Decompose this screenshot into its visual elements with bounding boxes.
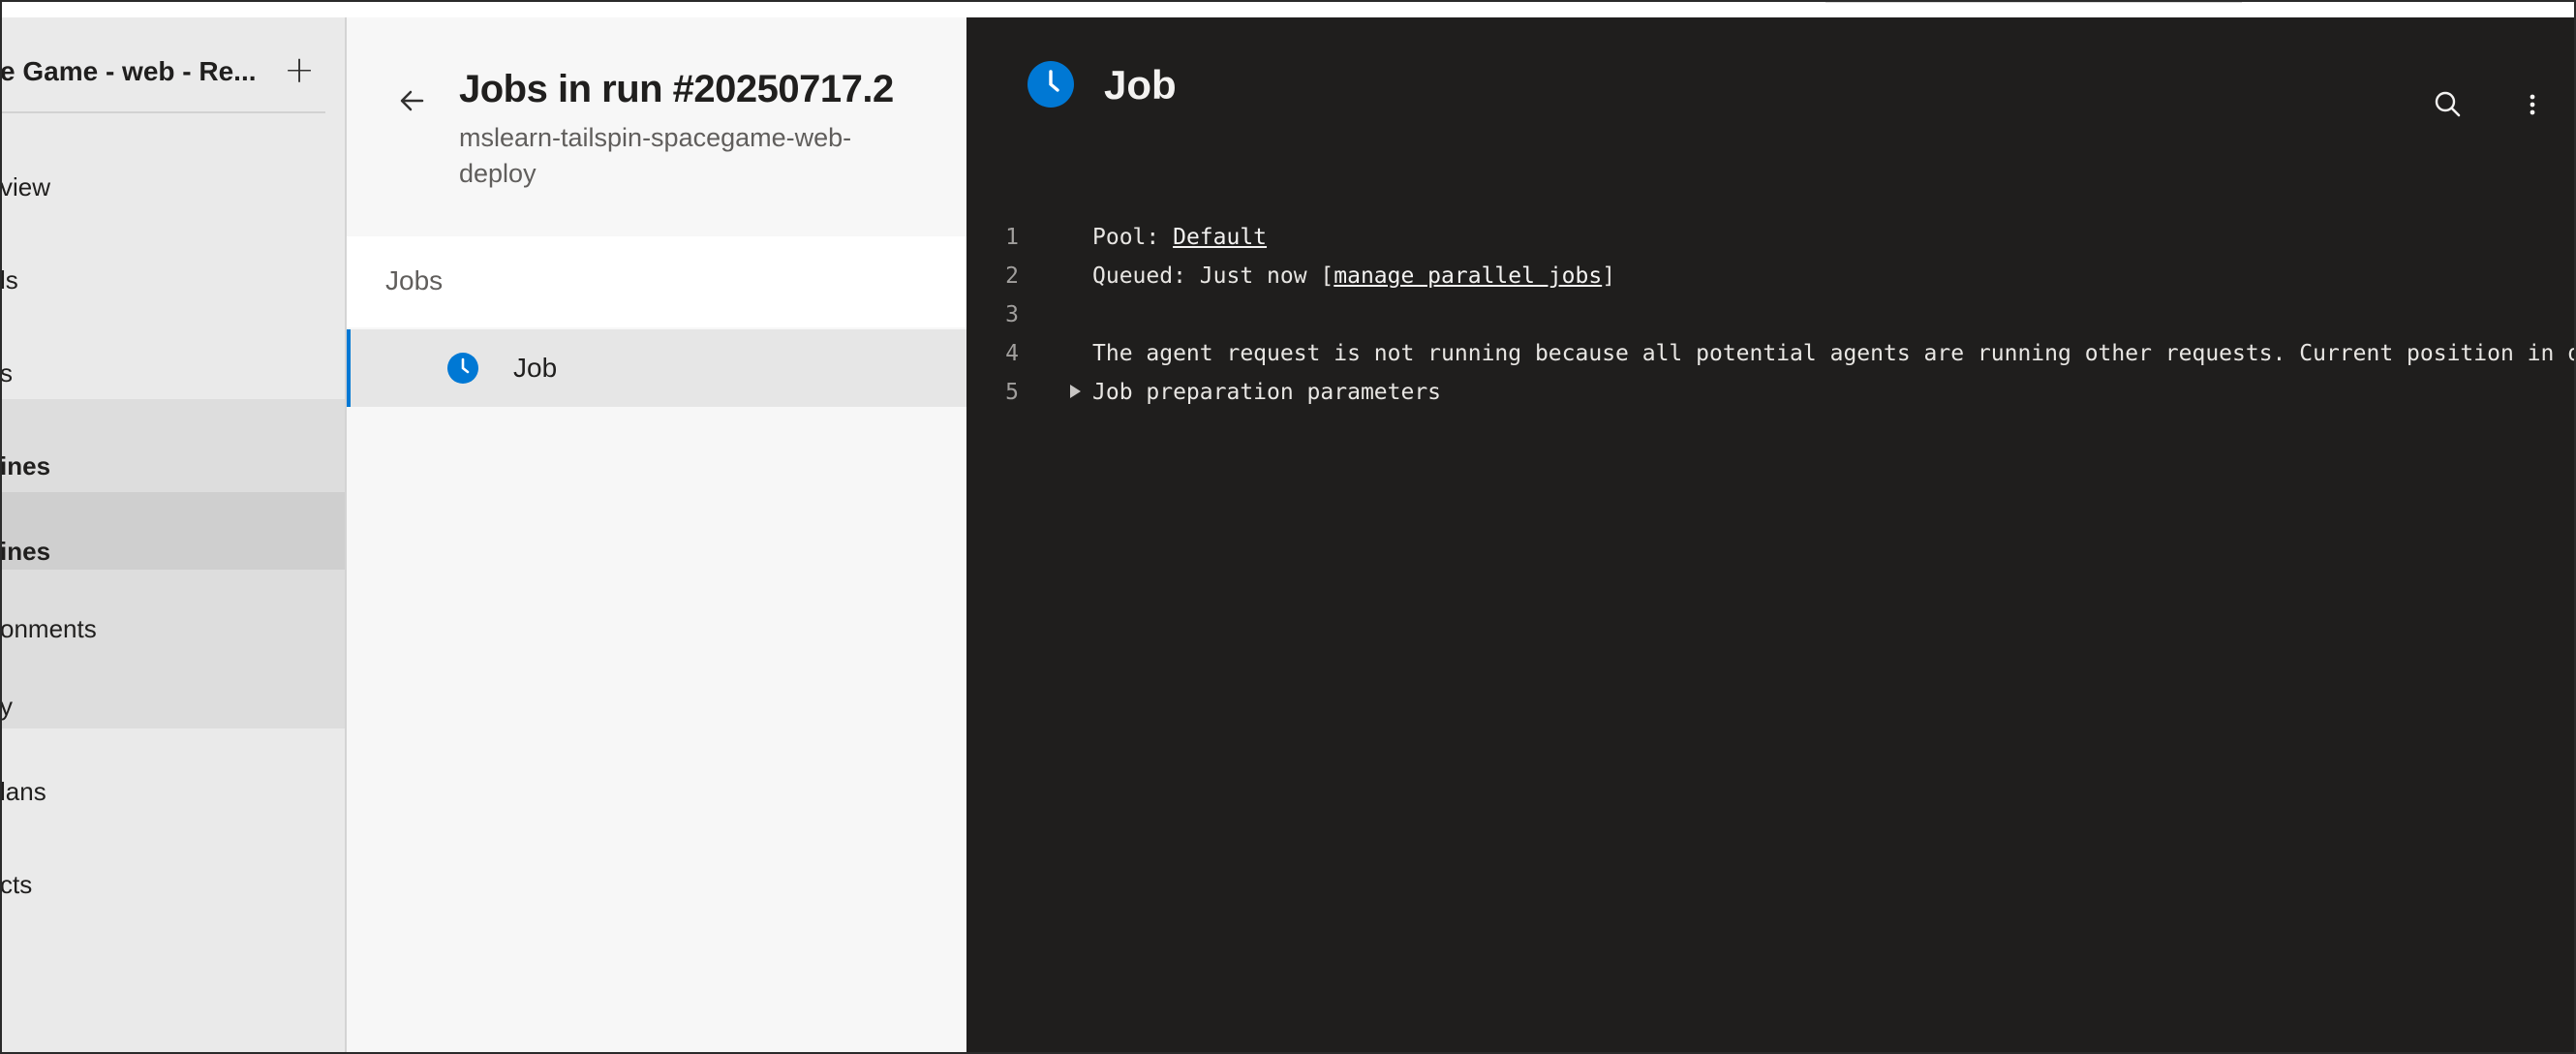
project-header: e Game - web - Re... + [0, 46, 329, 101]
jobs-section-header: Jobs [347, 236, 966, 327]
nav-item-label: lans [0, 777, 46, 806]
arrow-left-icon[interactable] [393, 81, 432, 120]
project-name[interactable]: e Game - web - Re... [0, 56, 257, 87]
log-line: 3 [966, 294, 2576, 333]
clock-icon [446, 352, 479, 385]
line-number: 1 [1005, 225, 1019, 250]
selected-indicator [347, 329, 351, 407]
nav-item-repos[interactable]: s [0, 335, 345, 413]
log-line: 2 Queued: Just now [manage parallel jobs… [966, 256, 2576, 294]
line-number: 3 [1005, 302, 1019, 327]
line-number: 2 [1005, 264, 1019, 289]
nav-item-library[interactable]: y [0, 668, 345, 746]
nav-item-overview[interactable]: view [0, 149, 345, 227]
log-line: 1 Pool: Default [966, 217, 2576, 256]
log-text-suffix: ] [1602, 264, 1616, 289]
log-line: 4 The agent request is not running becau… [966, 333, 2576, 372]
log-line-collapsible[interactable]: 5 Job preparation parameters [966, 372, 2576, 411]
nav-item-pipelines-sub[interactable]: ines [0, 513, 345, 591]
nav-item-pipelines[interactable]: ines [0, 428, 345, 506]
pipeline-name: mslearn-tailspin-spacegame-web-deploy [459, 123, 852, 188]
page-title: Jobs in run #20250717.2 [459, 68, 894, 110]
more-vertical-icon[interactable] [2518, 85, 2547, 124]
nav-item-artifacts[interactable]: cts [0, 847, 345, 924]
job-label: Job [513, 353, 558, 383]
log-text: The agent request is not running because… [1092, 341, 2576, 366]
line-number: 4 [1005, 341, 1019, 366]
window-top-strip [0, 0, 2576, 17]
nav-item-test-plans[interactable]: lans [0, 754, 345, 831]
log-title: Job [1104, 62, 1177, 108]
nav-item-label: y [0, 692, 13, 721]
browser-tab-edge [1825, 0, 2242, 3]
search-icon[interactable] [2429, 85, 2468, 124]
jobs-header-label: Jobs [385, 265, 444, 295]
pool-link[interactable]: Default [1173, 225, 1267, 250]
nav-item-label: ines [0, 451, 51, 480]
nav-item-label: view [0, 172, 51, 202]
nav-item-boards[interactable]: ls [0, 242, 345, 320]
left-navigation: e Game - web - Re... + view ls s ines in… [0, 17, 347, 1054]
manage-parallel-jobs-link[interactable]: manage parallel jobs [1334, 264, 1602, 289]
log-text-prefix: Queued: Just now [ [1092, 264, 1334, 289]
nav-item-label: ines [0, 537, 51, 566]
nav-item-label: onments [0, 614, 97, 643]
job-list-item[interactable]: Job [347, 329, 966, 407]
plus-icon[interactable]: + [282, 50, 317, 89]
nav-divider [0, 111, 325, 113]
log-text: Job preparation parameters [1092, 380, 1442, 405]
nav-item-label: s [0, 358, 13, 388]
log-text-prefix: Pool: [1092, 225, 1174, 250]
line-number: 5 [1005, 380, 1019, 405]
nav-item-environments[interactable]: onments [0, 591, 345, 668]
job-log-panel: Job 1 Pool: Default 2 Queued: Just now [… [966, 17, 2576, 1054]
log-text: Pool: Default [1092, 225, 1267, 250]
clock-icon [1027, 60, 1075, 108]
nav-item-label: cts [0, 870, 33, 899]
caret-right-icon[interactable] [1070, 385, 1081, 398]
nav-item-label: ls [0, 265, 18, 294]
jobs-panel: Jobs in run #20250717.2 mslearn-tailspin… [347, 17, 966, 1054]
log-text: Queued: Just now [manage parallel jobs] [1092, 264, 1615, 289]
